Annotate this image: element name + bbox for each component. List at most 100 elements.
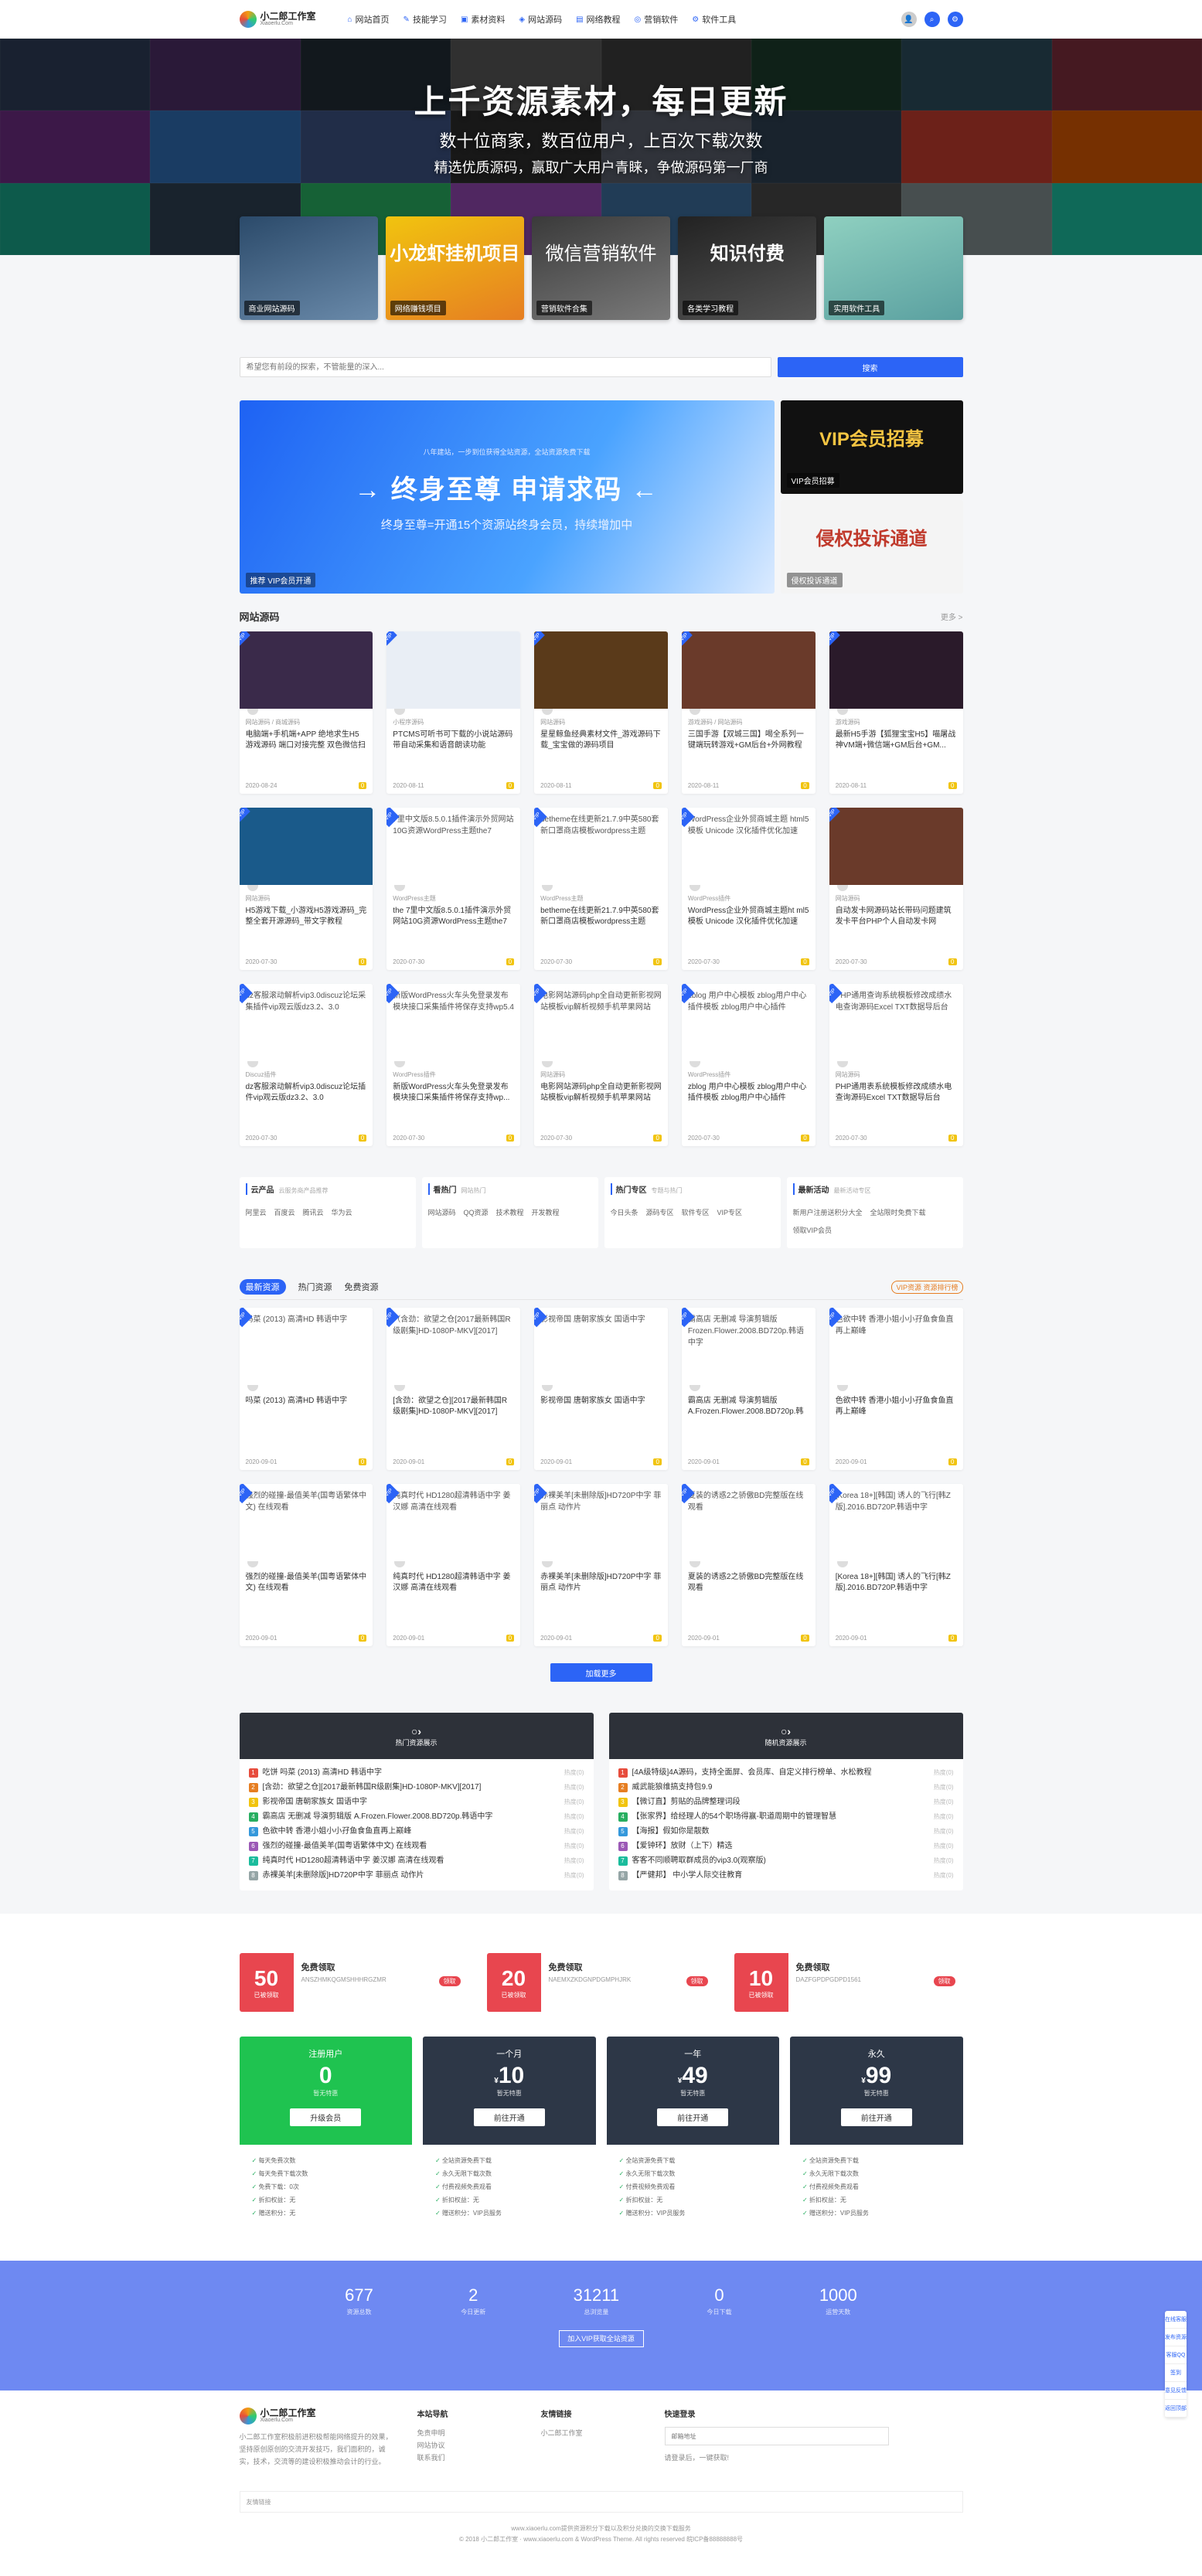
footer-link[interactable]: 联系我们 (417, 2452, 518, 2464)
card-title[interactable]: PTCMS可听书可下载的小说站源码 带自动采集和语音朗读功能 (393, 730, 514, 751)
card-title[interactable]: 三国手游【双城三国】喝全系列一键端玩转游戏+GM后台+外网教程 (688, 730, 809, 751)
category-card[interactable]: 实用软件工具 (824, 216, 963, 320)
side-tool-button[interactable]: 返回顶部 (1165, 2400, 1187, 2418)
rank-item[interactable]: 6 强烈的碰撞-最值美羊(国粤语繁体中文) 在线观看 热度(0) (248, 1839, 584, 1853)
resource-card[interactable]: 色欲中转 香港小姐小小孖鱼食鱼直再上巅峰 VIP 色欲中转 香港小姐小小孖鱼食鱼直再… (829, 1308, 963, 1470)
claim-coupon-button[interactable]: 领取 (933, 1976, 955, 1986)
claim-coupon-button[interactable]: 领取 (438, 1976, 461, 1986)
resource-card[interactable]: 吗菜 (2013) 高清HD 韩语中字 VIP 吗菜 (2013) 高清HD 韩语中… (239, 1308, 373, 1470)
card-title[interactable]: 电影网站源码php全自动更新影视网站模板vip解析视频手机苹果网站 (540, 1082, 662, 1104)
plan-subscribe-button[interactable]: 前往开通 (657, 2108, 729, 2126)
resource-thumbnail[interactable]: 夏装的诱惑2之骄傲BD完整版在线观看 VIP (681, 1484, 816, 1561)
rank-title[interactable]: 威武能狼维搞支持包9.9 (632, 1780, 713, 1795)
rank-title[interactable]: 【爱钟环】放财（上下）精选 (632, 1839, 733, 1853)
card-title[interactable]: H5游戏下载_小游戏H5游戏源码_完整全套开源源码_带文字教程 (246, 906, 367, 927)
resource-thumbnail[interactable]: VIP (829, 808, 963, 885)
card-title[interactable]: [含劲：欲望之仓][2017最新韩国R级剧集]HD-1080P-MKV][201… (393, 1396, 514, 1417)
card-title[interactable]: 影视帝国 唐朝家族女 国语中字 (540, 1396, 662, 1417)
rank-item[interactable]: 3 影视帝国 唐朝家族女 国语中字 热度(0) (248, 1795, 584, 1809)
card-title[interactable]: 赤裸美羊[未删除版]HD720P中字 菲丽点 动作片 (540, 1572, 662, 1594)
card-title[interactable]: 最新H5手游【狐狸宝宝H5】喵屠战神VM端+微信端+GM后台+GM... (836, 730, 957, 751)
quick-link-item[interactable]: QQ资源 (464, 1207, 489, 1217)
card-title[interactable]: 霸高店 无删减 导演剪辑版 A.Frozen.Flower.2008.BD720… (688, 1396, 809, 1417)
rank-item[interactable]: 5 【海报】假如你是靓数 热度(0) (618, 1824, 954, 1839)
rank-title[interactable]: 【海报】假如你是靓数 (632, 1824, 710, 1839)
resource-card[interactable]: 纯真时代 HD1280超清韩语中字 姜汉娜 高清在线观看 VIP 纯真时代 HD12… (386, 1484, 521, 1646)
rank-title[interactable]: 赤裸美羊[未删除版]HD720P中字 菲丽点 动作片 (263, 1868, 424, 1883)
quick-link-item[interactable]: VIP专区 (717, 1207, 743, 1217)
card-title[interactable]: 吗菜 (2013) 高清HD 韩语中字 (246, 1396, 367, 1417)
resource-card[interactable]: 影视帝国 唐朝家族女 国语中字 VIP 影视帝国 唐朝家族女 国语中字 2020-09… (534, 1308, 668, 1470)
resource-thumbnail[interactable]: VIP (829, 631, 963, 709)
card-category[interactable]: WordPress插件 (688, 894, 809, 903)
tab-hot[interactable]: 热门资源 (298, 1281, 332, 1293)
resource-thumbnail[interactable]: 吗菜 (2013) 高清HD 韩语中字 VIP (239, 1308, 373, 1385)
search-button[interactable]: 搜索 (777, 357, 963, 377)
category-card[interactable]: 小龙虾挂机项目 网络赚钱项目 (385, 216, 524, 320)
card-title[interactable]: 强烈的碰撞-最值美羊(国粤语繁体中文) 在线观看 (246, 1572, 367, 1594)
resource-card[interactable]: 新版WordPress火车头免登录发布模块接口采集插件将保存支持wp5.4 VIP… (386, 984, 521, 1146)
footer-logo[interactable]: 小二郎工作室 Xiaoerlu.Com (239, 2408, 340, 2425)
resource-thumbnail[interactable]: dz客服滚动解析vip3.0discuz论坛采集插件vip观云版dz3.2、3.… (239, 984, 373, 1061)
resource-thumbnail[interactable]: 7里中文版8.5.0.1插件演示外贸网站10G资源WordPress主题the7… (386, 808, 521, 885)
search-icon[interactable]: ⌕ (924, 12, 940, 27)
resource-card[interactable]: VIP 游戏源码 最新H5手游【狐狸宝宝H5】喵屠战神VM端+微信端+GM后台+GM… (829, 631, 963, 794)
vip-banner[interactable]: 八年建站，一步到位获得全站资源，全站资源免费下载 → 终身至尊 申请求码 ← 终… (239, 400, 775, 594)
settings-icon[interactable]: ⚙ (947, 12, 963, 27)
resource-card[interactable]: VIP 网站源码 H5游戏下载_小游戏H5游戏源码_完整全套开源源码_带文字教程 20… (239, 808, 373, 970)
resource-card[interactable]: VIP 网站源码 / 商城源码 电脑端+手机端+APP 绝地求生H5游戏源码 端口对… (239, 631, 373, 794)
resource-card[interactable]: [Korea 18+][韩国] 诱人的飞行[韩Z版].2016.BD720P.韩… (829, 1484, 963, 1646)
plan-subscribe-button[interactable]: 前往开通 (473, 2108, 545, 2126)
rank-item[interactable]: 5 色欲中转 香港小姐小小孖鱼食鱼直再上巅峰 热度(0) (248, 1824, 584, 1839)
card-title[interactable]: [Korea 18+][韩国] 诱人的飞行[韩Z版].2016.BD720P.韩… (836, 1572, 957, 1594)
rank-title[interactable]: 【张家界】给经理人的54个职场得赢-职道周期中的管理智慧 (632, 1809, 836, 1824)
resource-thumbnail[interactable]: WordPress企业外贸商城主题 html5模板 Unicode 汉化插件优化… (681, 808, 816, 885)
resource-thumbnail[interactable]: 新版WordPress火车头免登录发布模块接口采集插件将保存支持wp5.4 VIP (386, 984, 521, 1061)
resource-card[interactable]: 电影网站源码php全自动更新影视网站模板vip解析视频手机苹果网站 VIP 网站源码… (534, 984, 668, 1146)
rank-title[interactable]: 色欲中转 香港小姐小小孖鱼食鱼直再上巅峰 (263, 1824, 412, 1839)
quick-link-item[interactable]: 今日头条 (611, 1207, 638, 1217)
rank-item[interactable]: 7 纯真时代 HD1280超清韩语中字 姜汉娜 高清在线观看 热度(0) (248, 1853, 584, 1868)
card-category[interactable]: WordPress主题 (540, 894, 662, 903)
tab-latest[interactable]: 最新资源 (239, 1279, 286, 1295)
resource-card[interactable]: dz客服滚动解析vip3.0discuz论坛采集插件vip观云版dz3.2、3.… (239, 984, 373, 1146)
card-title[interactable]: 星星鲸鱼经典素材文件_游戏源码下载_宝宝做的源码项目 (540, 730, 662, 751)
rank-item[interactable]: 4 霸高店 无删减 导演剪辑版 A.Frozen.Flower.2008.BD72… (248, 1809, 584, 1824)
nav-item-materials[interactable]: ▣ 素材资料 (461, 13, 505, 26)
quick-link-item[interactable]: 网站源码 (428, 1207, 456, 1217)
vip-recruit-banner[interactable]: VIP会员招募 VIP会员招募 (780, 400, 963, 494)
rank-item[interactable]: 2 威武能狼维搞支持包9.9 热度(0) (618, 1780, 954, 1795)
plan-subscribe-button[interactable]: 前往开通 (840, 2108, 912, 2126)
rank-item[interactable]: 2 [含劲：欲望之仓][2017最新韩国R级剧集]HD-1080P-MKV][20… (248, 1780, 584, 1795)
card-title[interactable]: 自动发卡网源码站长带码问题建筑 发卡平台PHP个人自动发卡网 (836, 906, 957, 927)
card-title[interactable]: dz客服滚动解析vip3.0discuz论坛插件vip观云版dz3.2、3.0 (246, 1082, 367, 1104)
rank-item[interactable]: 7 客客不同顺聘取群成员的vip3.0(观察版) 热度(0) (618, 1853, 954, 1868)
card-title[interactable]: zblog 用户中心模板 zblog用户中心插件模板 zblog用户中心插件 (688, 1082, 809, 1104)
load-more-button[interactable]: 加载更多 (550, 1663, 652, 1682)
quick-link-item[interactable]: 华为云 (332, 1207, 352, 1217)
card-title[interactable]: betheme在线更新21.7.9中英580套 新口罩商店模板wordpress… (540, 906, 662, 927)
quick-link-item[interactable]: 领取VIP会员 (793, 1225, 833, 1235)
nav-item-marketing[interactable]: ◎ 营销软件 (635, 13, 679, 26)
resource-thumbnail[interactable]: VIP (239, 808, 373, 885)
card-category[interactable]: 小程序源码 (393, 718, 514, 727)
rank-item[interactable]: 8 赤裸美羊[未删除版]HD720P中字 菲丽点 动作片 热度(0) (248, 1868, 584, 1883)
nav-item-tools[interactable]: ⚙ 软件工具 (692, 13, 736, 26)
rank-title[interactable]: 影视帝国 唐朝家族女 国语中字 (263, 1795, 368, 1809)
plan-subscribe-button[interactable]: 升级会员 (290, 2108, 362, 2126)
card-title[interactable]: 夏装的诱惑2之骄傲BD完整版在线观看 (688, 1572, 809, 1594)
resource-thumbnail[interactable]: 赤裸美羊[未删除版]HD720P中字 菲丽点 动作片 VIP (534, 1484, 668, 1561)
resource-thumbnail[interactable]: VIP (386, 631, 521, 709)
resource-thumbnail[interactable]: 强烈的碰撞-最值美羊(国粤语繁体中文) 在线观看 VIP (239, 1484, 373, 1561)
side-tool-button[interactable]: 客服QQ (1165, 2346, 1187, 2364)
card-category[interactable]: WordPress插件 (393, 1070, 514, 1079)
resource-card[interactable]: 赤裸美羊[未删除版]HD720P中字 菲丽点 动作片 VIP 赤裸美羊[未删除版]H… (534, 1484, 668, 1646)
quick-link-item[interactable]: 阿里云 (246, 1207, 267, 1217)
user-avatar-icon[interactable]: 👤 (901, 12, 917, 27)
nav-item-tutorials[interactable]: ▤ 网络教程 (576, 13, 620, 26)
resource-card[interactable]: VIP 网站源码 星星鲸鱼经典素材文件_游戏源码下载_宝宝做的源码项目 2020-08… (534, 631, 668, 794)
card-title[interactable]: 纯真时代 HD1280超清韩语中字 姜汉娜 高清在线观看 (393, 1572, 514, 1594)
quick-link-item[interactable]: 软件专区 (682, 1207, 710, 1217)
claim-coupon-button[interactable]: 领取 (686, 1976, 708, 1986)
resource-card[interactable]: 强烈的碰撞-最值美羊(国粤语繁体中文) 在线观看 VIP 强烈的碰撞-最值美羊(国粤… (239, 1484, 373, 1646)
